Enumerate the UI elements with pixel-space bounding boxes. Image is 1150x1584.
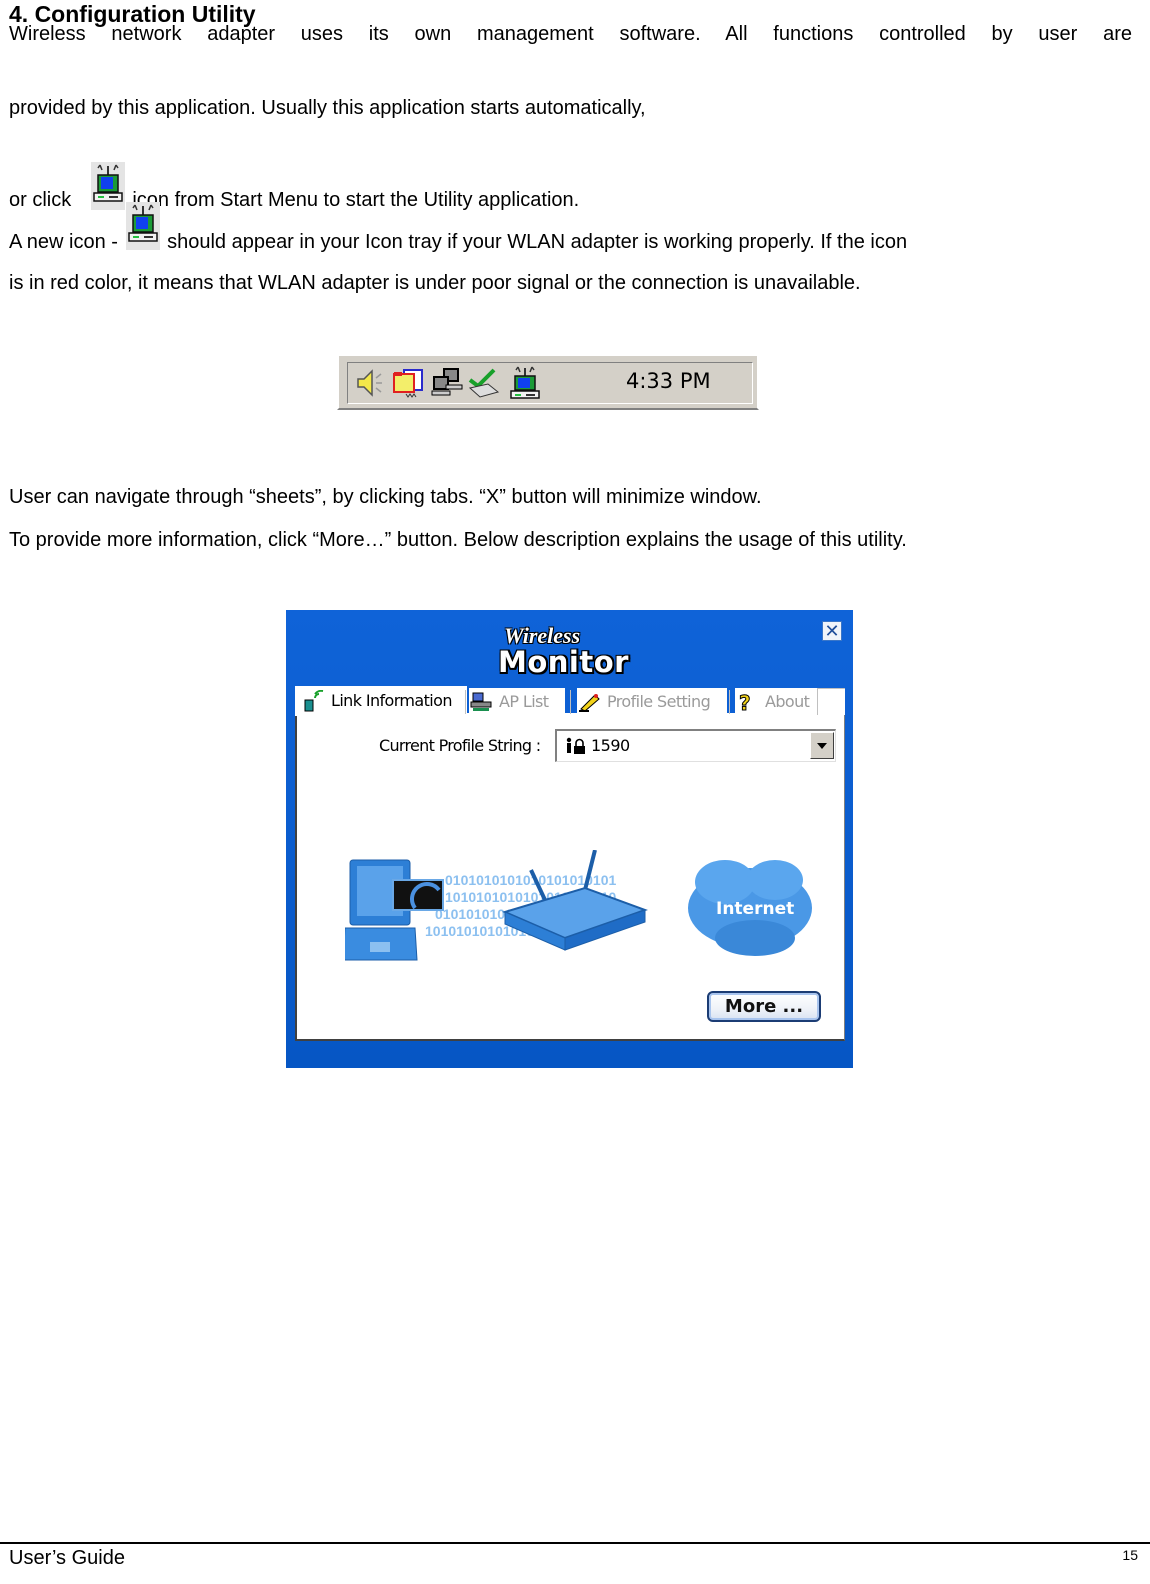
tray-notification-area: 4:33 PM: [347, 362, 753, 404]
tab-strip-end: [817, 688, 845, 715]
more-button[interactable]: More ...: [707, 991, 821, 1022]
chevron-down-icon: [817, 742, 827, 749]
profile-pencil-icon: [579, 693, 600, 712]
link-signal-icon: [304, 690, 324, 712]
internet-label: Internet: [716, 899, 794, 919]
profile-label: Current Profile String :: [379, 736, 541, 755]
tab-label: Link Information: [331, 691, 452, 710]
paragraph-text: should appear in your Icon tray if your …: [167, 231, 908, 253]
logo-monitor-text: Monitor: [498, 645, 629, 679]
safely-remove-hardware-icon[interactable]: [466, 366, 500, 400]
tab-panel-link-information: Current Profile String : 1590 0101010101…: [295, 713, 845, 1041]
system-tray: 4:33 PM: [337, 354, 759, 410]
wlan-utility-icon: [90, 162, 125, 210]
paragraph-tray-line2: is in red color, it means that WLAN adap…: [9, 272, 861, 294]
paragraph-tray-icon: A new icon - should appear in your Icon …: [9, 202, 908, 254]
close-button[interactable]: ✕: [822, 621, 842, 641]
tab-label: Profile Setting: [607, 691, 711, 711]
user-lock-icon: [566, 737, 585, 754]
tab-divider: [465, 690, 466, 714]
svg-text:?: ?: [739, 691, 750, 713]
speaker-icon[interactable]: [354, 366, 388, 400]
tab-ap-list[interactable]: AP List: [469, 688, 565, 715]
paragraph-start-menu: or click icon from Start Menu to start t…: [9, 162, 579, 212]
ap-list-icon: [470, 692, 492, 711]
network-illustration: 0101010101010101010101 10101010101010101…: [345, 850, 812, 961]
display-icon[interactable]: [392, 366, 426, 400]
paragraph-text: icon from Start Menu to start the Utilit…: [132, 189, 580, 211]
wlan-utility-icon: [125, 202, 160, 250]
tab-strip: Link Information AP List Profile Setting…: [295, 686, 845, 716]
paragraph-more-info: To provide more information, click “More…: [9, 529, 907, 551]
app-logo: Wireless Monitor: [498, 623, 648, 683]
footer-title: User’s Guide: [9, 1547, 125, 1569]
paragraph-text: A new icon -: [9, 231, 118, 253]
internet-cloud-icon: Internet: [688, 860, 812, 956]
dropdown-button[interactable]: [810, 732, 834, 759]
paragraph-navigation: User can navigate through “sheets”, by c…: [9, 486, 762, 508]
wlan-utility-icon[interactable]: [508, 366, 542, 400]
laptop-icon: [345, 859, 444, 961]
tab-divider: [570, 690, 571, 714]
tab-divider: [729, 690, 730, 714]
paragraph-intro-line1: Wireless network adapter uses its own ma…: [9, 23, 1132, 45]
tab-about[interactable]: ? About: [735, 688, 817, 715]
tab-label: AP List: [499, 691, 549, 711]
tab-link-information[interactable]: Link Information: [295, 686, 467, 716]
tab-profile-setting[interactable]: Profile Setting: [577, 688, 727, 715]
paragraph-intro-line2: provided by this application. Usually th…: [9, 97, 646, 119]
profile-select[interactable]: 1590: [555, 729, 836, 762]
page-number: 15: [1122, 1547, 1138, 1563]
profile-value: 1590: [591, 736, 630, 755]
network-computers-icon[interactable]: [430, 366, 464, 400]
paragraph-text: or click: [9, 189, 72, 211]
tray-clock[interactable]: 4:33 PM: [626, 369, 711, 393]
tab-label: About: [765, 691, 810, 711]
question-icon: ?: [739, 691, 752, 713]
footer-divider: [0, 1542, 1150, 1544]
wireless-monitor-window: ✕ Wireless Monitor Current Profile Strin…: [286, 610, 853, 1068]
